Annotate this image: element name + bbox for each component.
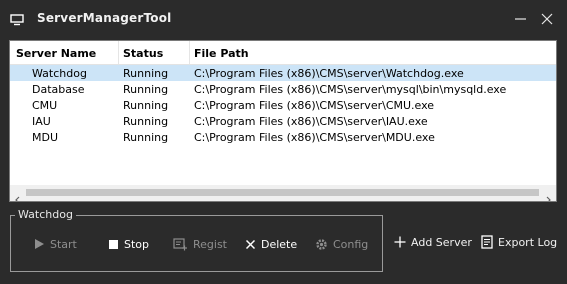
file-path-cell: C:\Program Files (x86)\CMS\server\Watchd… [194,67,464,80]
horizontal-scrollbar[interactable] [10,185,556,201]
export-log-label: Export Log [498,235,558,249]
status-cell: Running [123,115,169,128]
file-path-cell: C:\Program Files (x86)\CMS\server\mysql\… [194,83,507,96]
start-button-label: Start [50,237,77,251]
add-server-label: Add Server [411,235,472,249]
status-cell: Running [123,131,169,144]
table-row[interactable]: Database Running C:\Program Files (x86)\… [10,81,556,97]
table-row[interactable]: MDU Running C:\Program Files (x86)\CMS\s… [10,129,556,145]
register-icon [173,237,187,250]
file-path-cell: C:\Program Files (x86)\CMS\server\CMU.ex… [194,99,435,112]
gear-icon [316,238,327,250]
stop-button-label: Stop [124,237,150,251]
scroll-right-icon[interactable] [544,189,552,201]
config-button-label: Config [333,237,369,251]
list-header: Server Name Status File Path [10,41,556,65]
title-bar: ServerManagerTool [0,0,567,38]
stop-button[interactable]: Stop [108,236,149,252]
export-log-button[interactable]: Export Log [481,233,557,251]
close-button[interactable] [537,9,557,29]
regist-button[interactable]: Regist [173,236,227,252]
table-row[interactable]: IAU Running C:\Program Files (x86)\CMS\s… [10,113,556,129]
play-icon [35,239,44,249]
minimize-icon [515,18,526,20]
delete-button[interactable]: Delete [245,236,297,252]
minimize-button[interactable] [511,9,531,29]
status-cell: Running [123,67,169,80]
close-icon [541,13,553,25]
file-path-cell: C:\Program Files (x86)\CMS\server\MDU.ex… [194,131,435,144]
stop-icon [109,239,118,249]
column-header-file-path[interactable]: File Path [194,47,249,60]
start-button[interactable]: Start [34,236,77,252]
column-divider[interactable] [189,41,190,64]
server-name-cell: Watchdog [32,67,87,80]
server-name-cell: MDU [32,131,59,144]
server-name-cell: Database [32,83,85,96]
table-row[interactable]: CMU Running C:\Program Files (x86)\CMS\s… [10,97,556,113]
status-cell: Running [123,99,169,112]
plus-icon [394,236,406,248]
file-path-cell: C:\Program Files (x86)\CMS\server\IAU.ex… [194,115,428,128]
scrollbar-thumb[interactable] [26,189,539,196]
x-icon [245,239,256,249]
scroll-left-icon[interactable] [14,189,22,201]
table-row[interactable]: Watchdog Running C:\Program Files (x86)\… [10,65,556,81]
column-header-status[interactable]: Status [123,47,163,60]
delete-button-label: Delete [261,237,298,251]
window-title: ServerManagerTool [37,11,172,25]
server-name-cell: IAU [32,115,51,128]
regist-button-label: Regist [193,237,227,251]
add-server-button[interactable]: Add Server [394,233,472,251]
monitor-icon [10,11,24,30]
server-name-cell: CMU [32,99,58,112]
column-header-server-name[interactable]: Server Name [16,47,96,60]
status-cell: Running [123,83,169,96]
server-list[interactable]: Server Name Status File Path Watchdog Ru… [9,40,557,202]
group-label: Watchdog [15,208,76,221]
column-divider[interactable] [118,41,119,64]
document-icon [481,235,493,249]
config-button[interactable]: Config [315,236,368,252]
